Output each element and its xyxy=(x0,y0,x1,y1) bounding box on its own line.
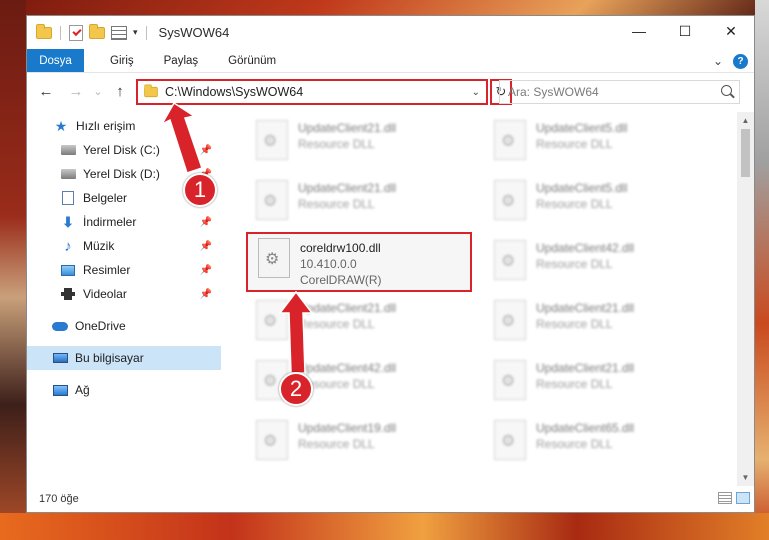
annotation-arrows xyxy=(160,101,314,374)
arrow-to-address-bar xyxy=(160,101,203,174)
callout-step-1: 1 xyxy=(183,173,217,207)
arrow-to-file xyxy=(278,290,314,374)
callout-step-2: 2 xyxy=(279,372,313,406)
